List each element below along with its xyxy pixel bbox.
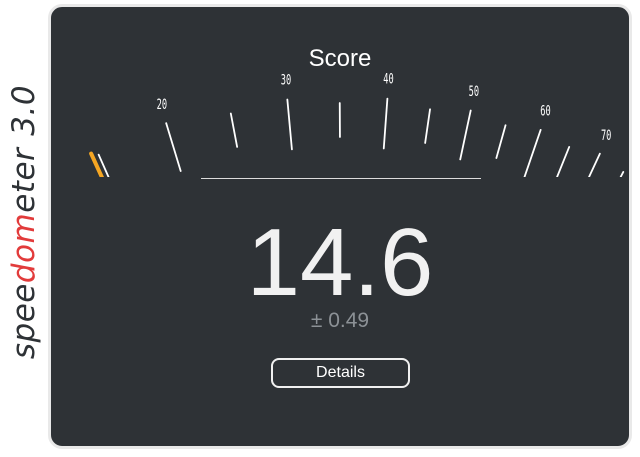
- gauge-tick: [229, 112, 239, 148]
- gauge-tick: [424, 108, 431, 144]
- gauge-tick: [619, 171, 625, 177]
- speedometer-logo: speedometer3.0: [6, 84, 42, 360]
- gauge-label: 60: [540, 102, 550, 119]
- gauge-label: 20: [157, 96, 167, 113]
- gauge-tick: [382, 97, 389, 150]
- score-value: 14.6: [246, 209, 434, 316]
- gauge-tick: [165, 122, 182, 172]
- gauge-label: 30: [281, 71, 291, 88]
- gauge-tick: [523, 129, 542, 177]
- brand-sidebar: speedometer3.0: [0, 0, 48, 457]
- gauge-tick: [495, 124, 507, 159]
- gauge-label: 40: [383, 70, 393, 87]
- gauge-tick: [459, 109, 472, 161]
- gauge-divider: [201, 178, 481, 179]
- gauge-label: 70: [601, 127, 611, 144]
- details-button[interactable]: Details: [271, 358, 410, 388]
- gauge-tick: [286, 98, 293, 151]
- gauge-tick: [588, 152, 601, 177]
- score-gauge: 0102030405060708090100110120130140: [89, 70, 625, 177]
- score-panel: Score 0102030405060708090100110120130140…: [48, 4, 632, 449]
- gauge-tick: [556, 146, 571, 177]
- score-error: ± 0.49: [310, 309, 370, 332]
- gauge-label: 50: [469, 83, 479, 100]
